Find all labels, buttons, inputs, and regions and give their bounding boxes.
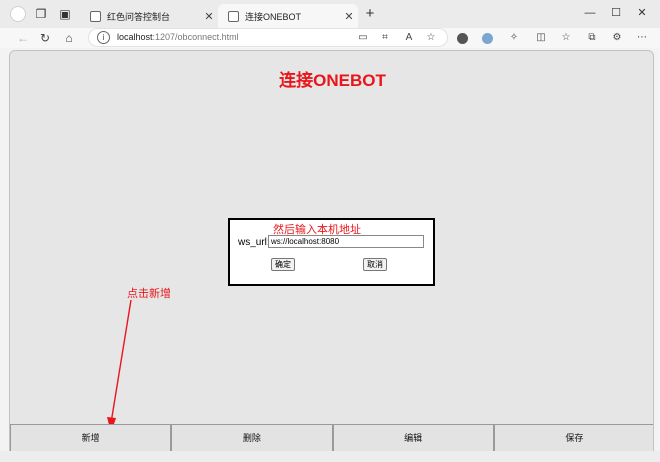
- annotation-input-hint: 然后输入本机地址: [273, 224, 361, 236]
- address-url: localhost:1207/obconnect.html: [117, 32, 239, 42]
- minimize-icon[interactable]: —: [580, 4, 600, 22]
- cancel-button[interactable]: 取消: [363, 258, 387, 271]
- new-tab-icon[interactable]: +: [362, 5, 378, 23]
- tab-actions-icon[interactable]: ▣: [56, 5, 74, 23]
- extensions-icon[interactable]: ✧: [506, 30, 522, 46]
- close-window-icon[interactable]: ✕: [632, 4, 652, 22]
- close-tab-icon[interactable]: ✕: [200, 10, 218, 23]
- page-favicon-icon: [90, 10, 101, 22]
- window-bottom-edge: [0, 451, 660, 462]
- extension-icon[interactable]: ●: [482, 33, 493, 44]
- page-title: 连接ONEBOT: [279, 71, 386, 90]
- split-screen-icon[interactable]: ◫: [533, 30, 549, 46]
- workspaces-icon[interactable]: ❐: [32, 5, 50, 23]
- maximize-icon[interactable]: ☐: [606, 4, 626, 22]
- favorites-icon[interactable]: ☆: [558, 30, 574, 46]
- edit-button[interactable]: 编辑: [332, 424, 494, 452]
- read-aloud-icon[interactable]: A: [401, 30, 417, 46]
- tab-title: 连接ONEBOT: [245, 11, 302, 22]
- add-button[interactable]: 新增: [10, 424, 172, 452]
- navigation-bar: ← ↻ ⌂ i localhost:1207/obconnect.html ▭ …: [0, 28, 660, 48]
- translate-icon[interactable]: ⌗: [377, 30, 393, 46]
- save-button[interactable]: 保存: [493, 424, 653, 452]
- refresh-icon[interactable]: ↻: [36, 29, 54, 47]
- info-icon[interactable]: i: [97, 31, 110, 44]
- favorite-star-icon[interactable]: ☆: [423, 30, 439, 46]
- annotation-add-hint: 点击新增: [127, 288, 171, 300]
- profile-sync-icon[interactable]: ⚙: [609, 30, 625, 46]
- home-icon[interactable]: ⌂: [60, 29, 78, 47]
- tab-title: 红色问答控制台: [107, 11, 171, 22]
- confirm-button[interactable]: 确定: [271, 258, 295, 271]
- split-screen-icon[interactable]: ▭: [355, 30, 371, 46]
- page-viewport: 连接ONEBOT ws_url: 确定 取消 然后输入本机地址 点击新增 新增 …: [9, 50, 654, 462]
- tab-console[interactable]: 红色问答控制台 ✕: [80, 4, 218, 28]
- tab-bar: ❐ ▣ 红色问答控制台 ✕ 连接ONEBOT ✕ + — ☐ ✕: [0, 0, 660, 28]
- browser-window: ❐ ▣ 红色问答控制台 ✕ 连接ONEBOT ✕ + — ☐ ✕ ← ↻ ⌂ i…: [0, 0, 660, 462]
- extension-icon[interactable]: ●: [457, 33, 468, 44]
- back-icon[interactable]: ←: [14, 29, 32, 47]
- tab-onebot[interactable]: 连接ONEBOT ✕: [218, 4, 358, 28]
- collections-icon[interactable]: ⧉: [584, 30, 600, 46]
- more-icon[interactable]: ⋯: [634, 30, 650, 46]
- page-favicon-icon: [228, 10, 239, 22]
- profile-icon[interactable]: [10, 6, 26, 22]
- delete-button[interactable]: 删除: [171, 424, 333, 452]
- action-bar: 新增 删除 编辑 保存: [10, 424, 653, 452]
- close-tab-icon[interactable]: ✕: [340, 10, 358, 23]
- address-bar[interactable]: i localhost:1207/obconnect.html ▭ ⌗ A ☆: [88, 28, 448, 47]
- ws-url-label: ws_url:: [238, 237, 270, 248]
